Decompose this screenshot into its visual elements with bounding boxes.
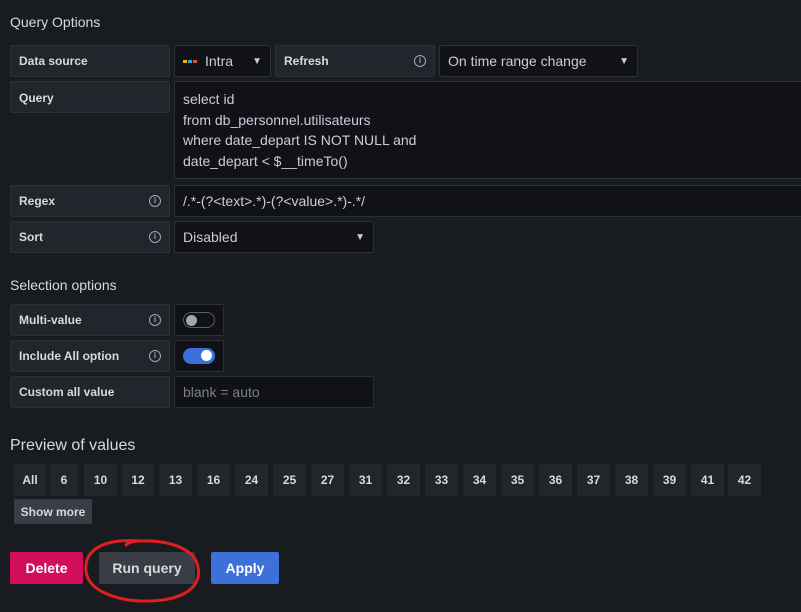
- preview-title: Preview of values: [10, 437, 136, 454]
- regex-value: /.*-(?<text>.*)-(?<value>.*)-.*/: [183, 193, 366, 209]
- run-query-button[interactable]: Run query: [99, 552, 195, 584]
- sort-select[interactable]: Disabled ▼: [174, 221, 374, 253]
- preview-value-chip: 37: [577, 464, 610, 496]
- include-all-toggle-box: [174, 340, 224, 372]
- info-icon[interactable]: i: [149, 195, 161, 207]
- apply-button[interactable]: Apply: [211, 552, 279, 584]
- data-source-select[interactable]: Intra ▼: [174, 45, 271, 77]
- preview-value-chip: 35: [501, 464, 534, 496]
- query-line: select id: [183, 91, 235, 107]
- custom-all-label-text: Custom all value: [19, 385, 115, 399]
- info-icon[interactable]: i: [414, 55, 426, 67]
- preview-value-chip: 33: [425, 464, 458, 496]
- show-more-button[interactable]: Show more: [14, 499, 92, 524]
- preview-value-chip: 24: [235, 464, 268, 496]
- query-line: date_depart < $__timeTo(): [183, 152, 348, 169]
- delete-button[interactable]: Delete: [10, 552, 83, 584]
- include-all-label: Include All option i: [10, 340, 170, 372]
- info-icon[interactable]: i: [149, 350, 161, 362]
- preview-value-chip: 25: [273, 464, 306, 496]
- custom-all-input[interactable]: blank = auto: [174, 376, 374, 408]
- regex-input[interactable]: /.*-(?<text>.*)-(?<value>.*)-.*/: [174, 185, 801, 217]
- query-label-text: Query: [19, 91, 54, 105]
- preview-value-chip: 38: [615, 464, 648, 496]
- data-source-label-text: Data source: [19, 54, 88, 68]
- preview-value-chip: All: [14, 464, 46, 496]
- refresh-label-text: Refresh: [284, 54, 329, 68]
- preview-value-chip: 31: [349, 464, 382, 496]
- info-icon[interactable]: i: [149, 314, 161, 326]
- preview-value-chip: 10: [84, 464, 117, 496]
- data-source-label: Data source: [10, 45, 170, 77]
- selection-options-title: Selection options: [10, 277, 117, 293]
- datasource-logo-icon: [183, 59, 197, 63]
- regex-label-text: Regex: [19, 194, 56, 208]
- sort-label: Sort i: [10, 221, 170, 253]
- chevron-down-icon: ▼: [252, 55, 262, 67]
- preview-value-chip: 13: [159, 464, 192, 496]
- multi-value-toggle[interactable]: [183, 312, 215, 328]
- toggle-knob: [201, 350, 212, 361]
- custom-all-label: Custom all value: [10, 376, 170, 408]
- sort-label-text: Sort: [19, 230, 43, 244]
- preview-value-chip: 34: [463, 464, 496, 496]
- custom-all-placeholder: blank = auto: [183, 384, 260, 400]
- sort-value: Disabled: [183, 229, 238, 245]
- chevron-down-icon: ▼: [619, 55, 629, 67]
- preview-value-chip: 16: [197, 464, 230, 496]
- preview-value-chip: 42: [728, 464, 761, 496]
- preview-value-chip: 41: [691, 464, 724, 496]
- refresh-select[interactable]: On time range change ▼: [439, 45, 638, 77]
- multi-value-label-text: Multi-value: [19, 313, 82, 327]
- chevron-down-icon: ▼: [355, 231, 365, 243]
- query-line: where date_depart IS NOT NULL and: [183, 132, 417, 148]
- refresh-label: Refresh i: [275, 45, 435, 77]
- toggle-knob: [186, 314, 197, 326]
- info-icon[interactable]: i: [149, 231, 161, 243]
- data-source-value: Intra: [205, 53, 234, 69]
- preview-value-chip: 32: [387, 464, 420, 496]
- preview-value-chip: 39: [653, 464, 686, 496]
- query-editor[interactable]: select id from db_personnel.utilisateurs…: [174, 81, 801, 179]
- include-all-label-text: Include All option: [19, 349, 120, 363]
- preview-value-chip: 12: [122, 464, 154, 496]
- preview-value-chip: 6: [50, 464, 78, 496]
- query-label: Query: [10, 81, 170, 113]
- preview-value-chip: 36: [539, 464, 572, 496]
- include-all-toggle[interactable]: [183, 348, 215, 364]
- query-options-title: Query Options: [10, 14, 101, 30]
- preview-value-chip: 27: [311, 464, 344, 496]
- multi-value-toggle-box: [174, 304, 224, 336]
- query-line: from db_personnel.utilisateurs: [183, 111, 371, 128]
- regex-label: Regex i: [10, 185, 170, 217]
- refresh-value: On time range change: [448, 53, 587, 69]
- multi-value-label: Multi-value i: [10, 304, 170, 336]
